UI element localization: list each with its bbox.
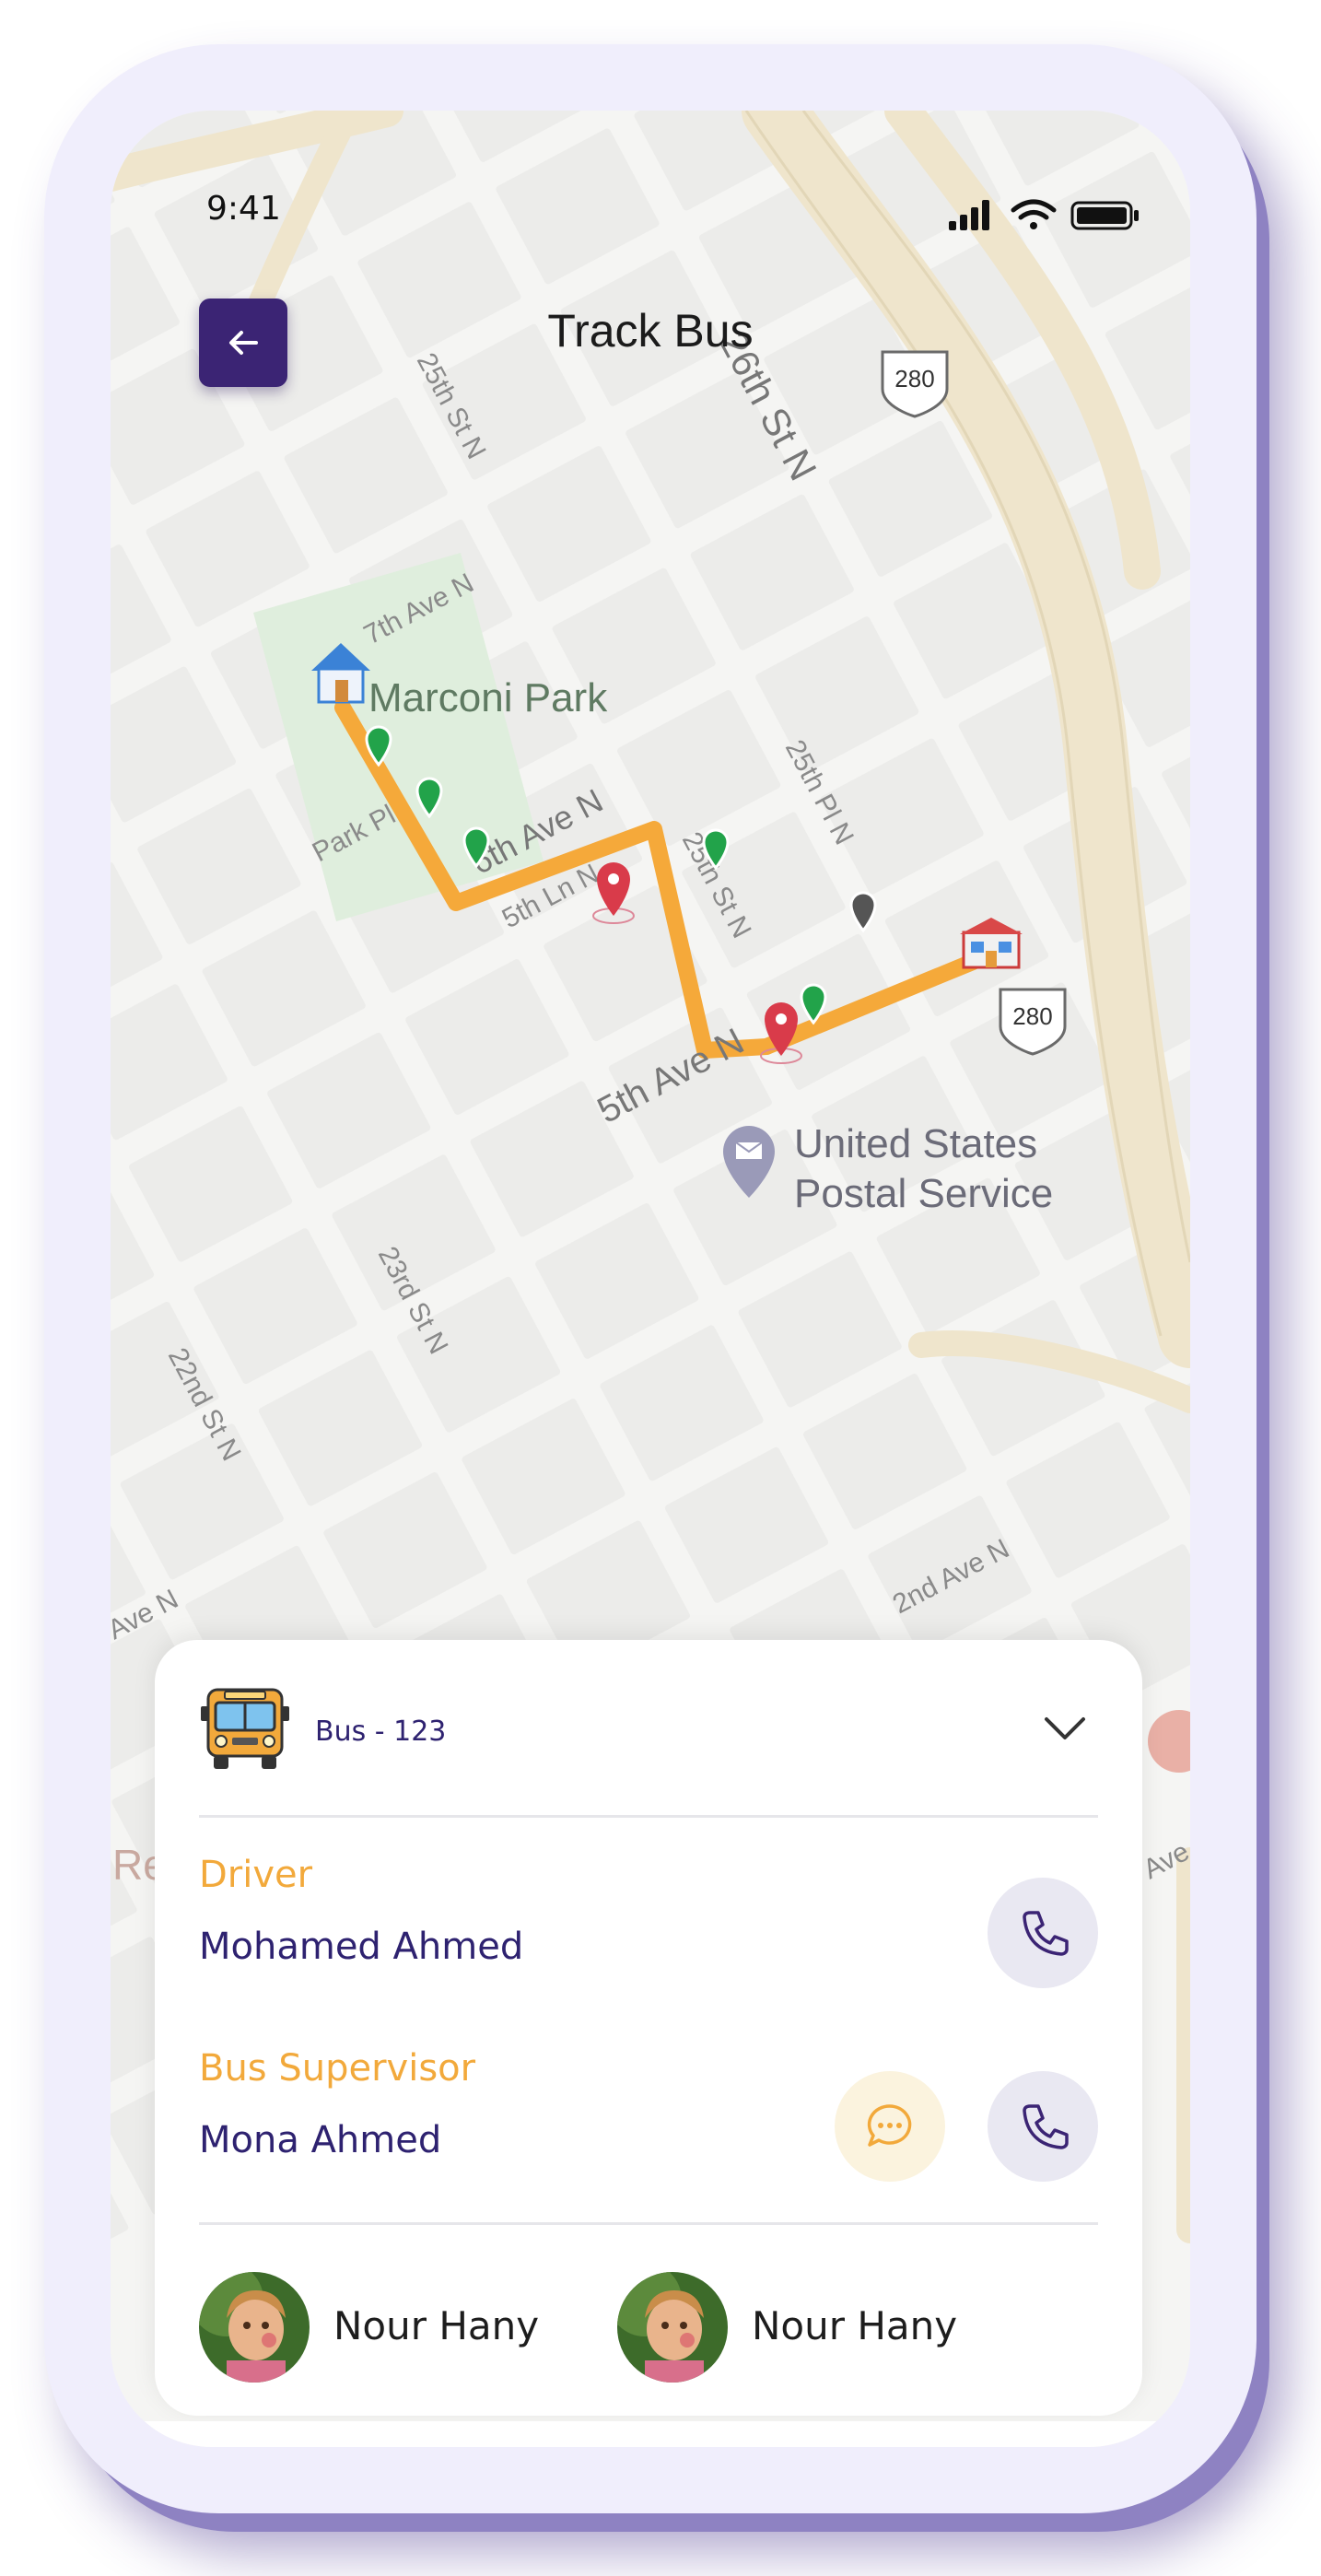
highway-shield: 280 bbox=[999, 988, 1067, 1056]
school-bus-icon bbox=[201, 1688, 289, 1769]
wifi-icon bbox=[1011, 199, 1057, 229]
supervisor-role-label: Bus Supervisor bbox=[199, 2047, 476, 2090]
status-time: 9:41 bbox=[206, 190, 281, 228]
signal-icon bbox=[949, 200, 989, 230]
post-office-label: United States bbox=[794, 1121, 1037, 1166]
supervisor-name: Mona Ahmed bbox=[199, 2119, 442, 2161]
avatar bbox=[617, 2272, 728, 2383]
chat-bubble-icon bbox=[867, 2104, 912, 2147]
page-title: Track Bus bbox=[547, 305, 754, 357]
battery-icon bbox=[1070, 201, 1139, 230]
bus-header-row[interactable]: Bus - 123 bbox=[199, 1682, 1098, 1778]
highway-shield: 280 bbox=[881, 350, 949, 418]
park-label: Marconi Park bbox=[368, 675, 608, 720]
phone-icon bbox=[1023, 1911, 1069, 1956]
bus-info-card: Bus - 123 Driver Mohamed Ahmed Bus Super… bbox=[155, 1640, 1142, 2416]
child-name: Nour Hany bbox=[752, 2303, 958, 2348]
bus-name: Bus - 123 bbox=[315, 1715, 447, 1748]
driver-name: Mohamed Ahmed bbox=[199, 1926, 524, 1968]
divider bbox=[199, 2222, 1098, 2225]
call-driver-button[interactable] bbox=[988, 1878, 1098, 1988]
call-supervisor-button[interactable] bbox=[988, 2071, 1098, 2182]
app-screen: 25th St N 26th St N 7th Ave N Park Pl 6t… bbox=[111, 111, 1190, 2447]
child-name: Nour Hany bbox=[333, 2303, 540, 2348]
avatar bbox=[199, 2272, 310, 2383]
phone-icon bbox=[1023, 2104, 1069, 2149]
divider bbox=[199, 1815, 1098, 1818]
chat-supervisor-button[interactable] bbox=[835, 2071, 945, 2182]
phone-frame: 25th St N 26th St N 7th Ave N Park Pl 6t… bbox=[44, 44, 1257, 2513]
driver-role-label: Driver bbox=[199, 1854, 313, 1896]
home-indicator-area bbox=[111, 2421, 1190, 2447]
svg-text:280: 280 bbox=[1012, 1002, 1052, 1030]
svg-text:280: 280 bbox=[894, 365, 934, 392]
post-office-label: Postal Service bbox=[794, 1171, 1053, 1216]
status-icons bbox=[949, 199, 1139, 230]
chevron-down-icon[interactable] bbox=[1037, 1701, 1093, 1756]
